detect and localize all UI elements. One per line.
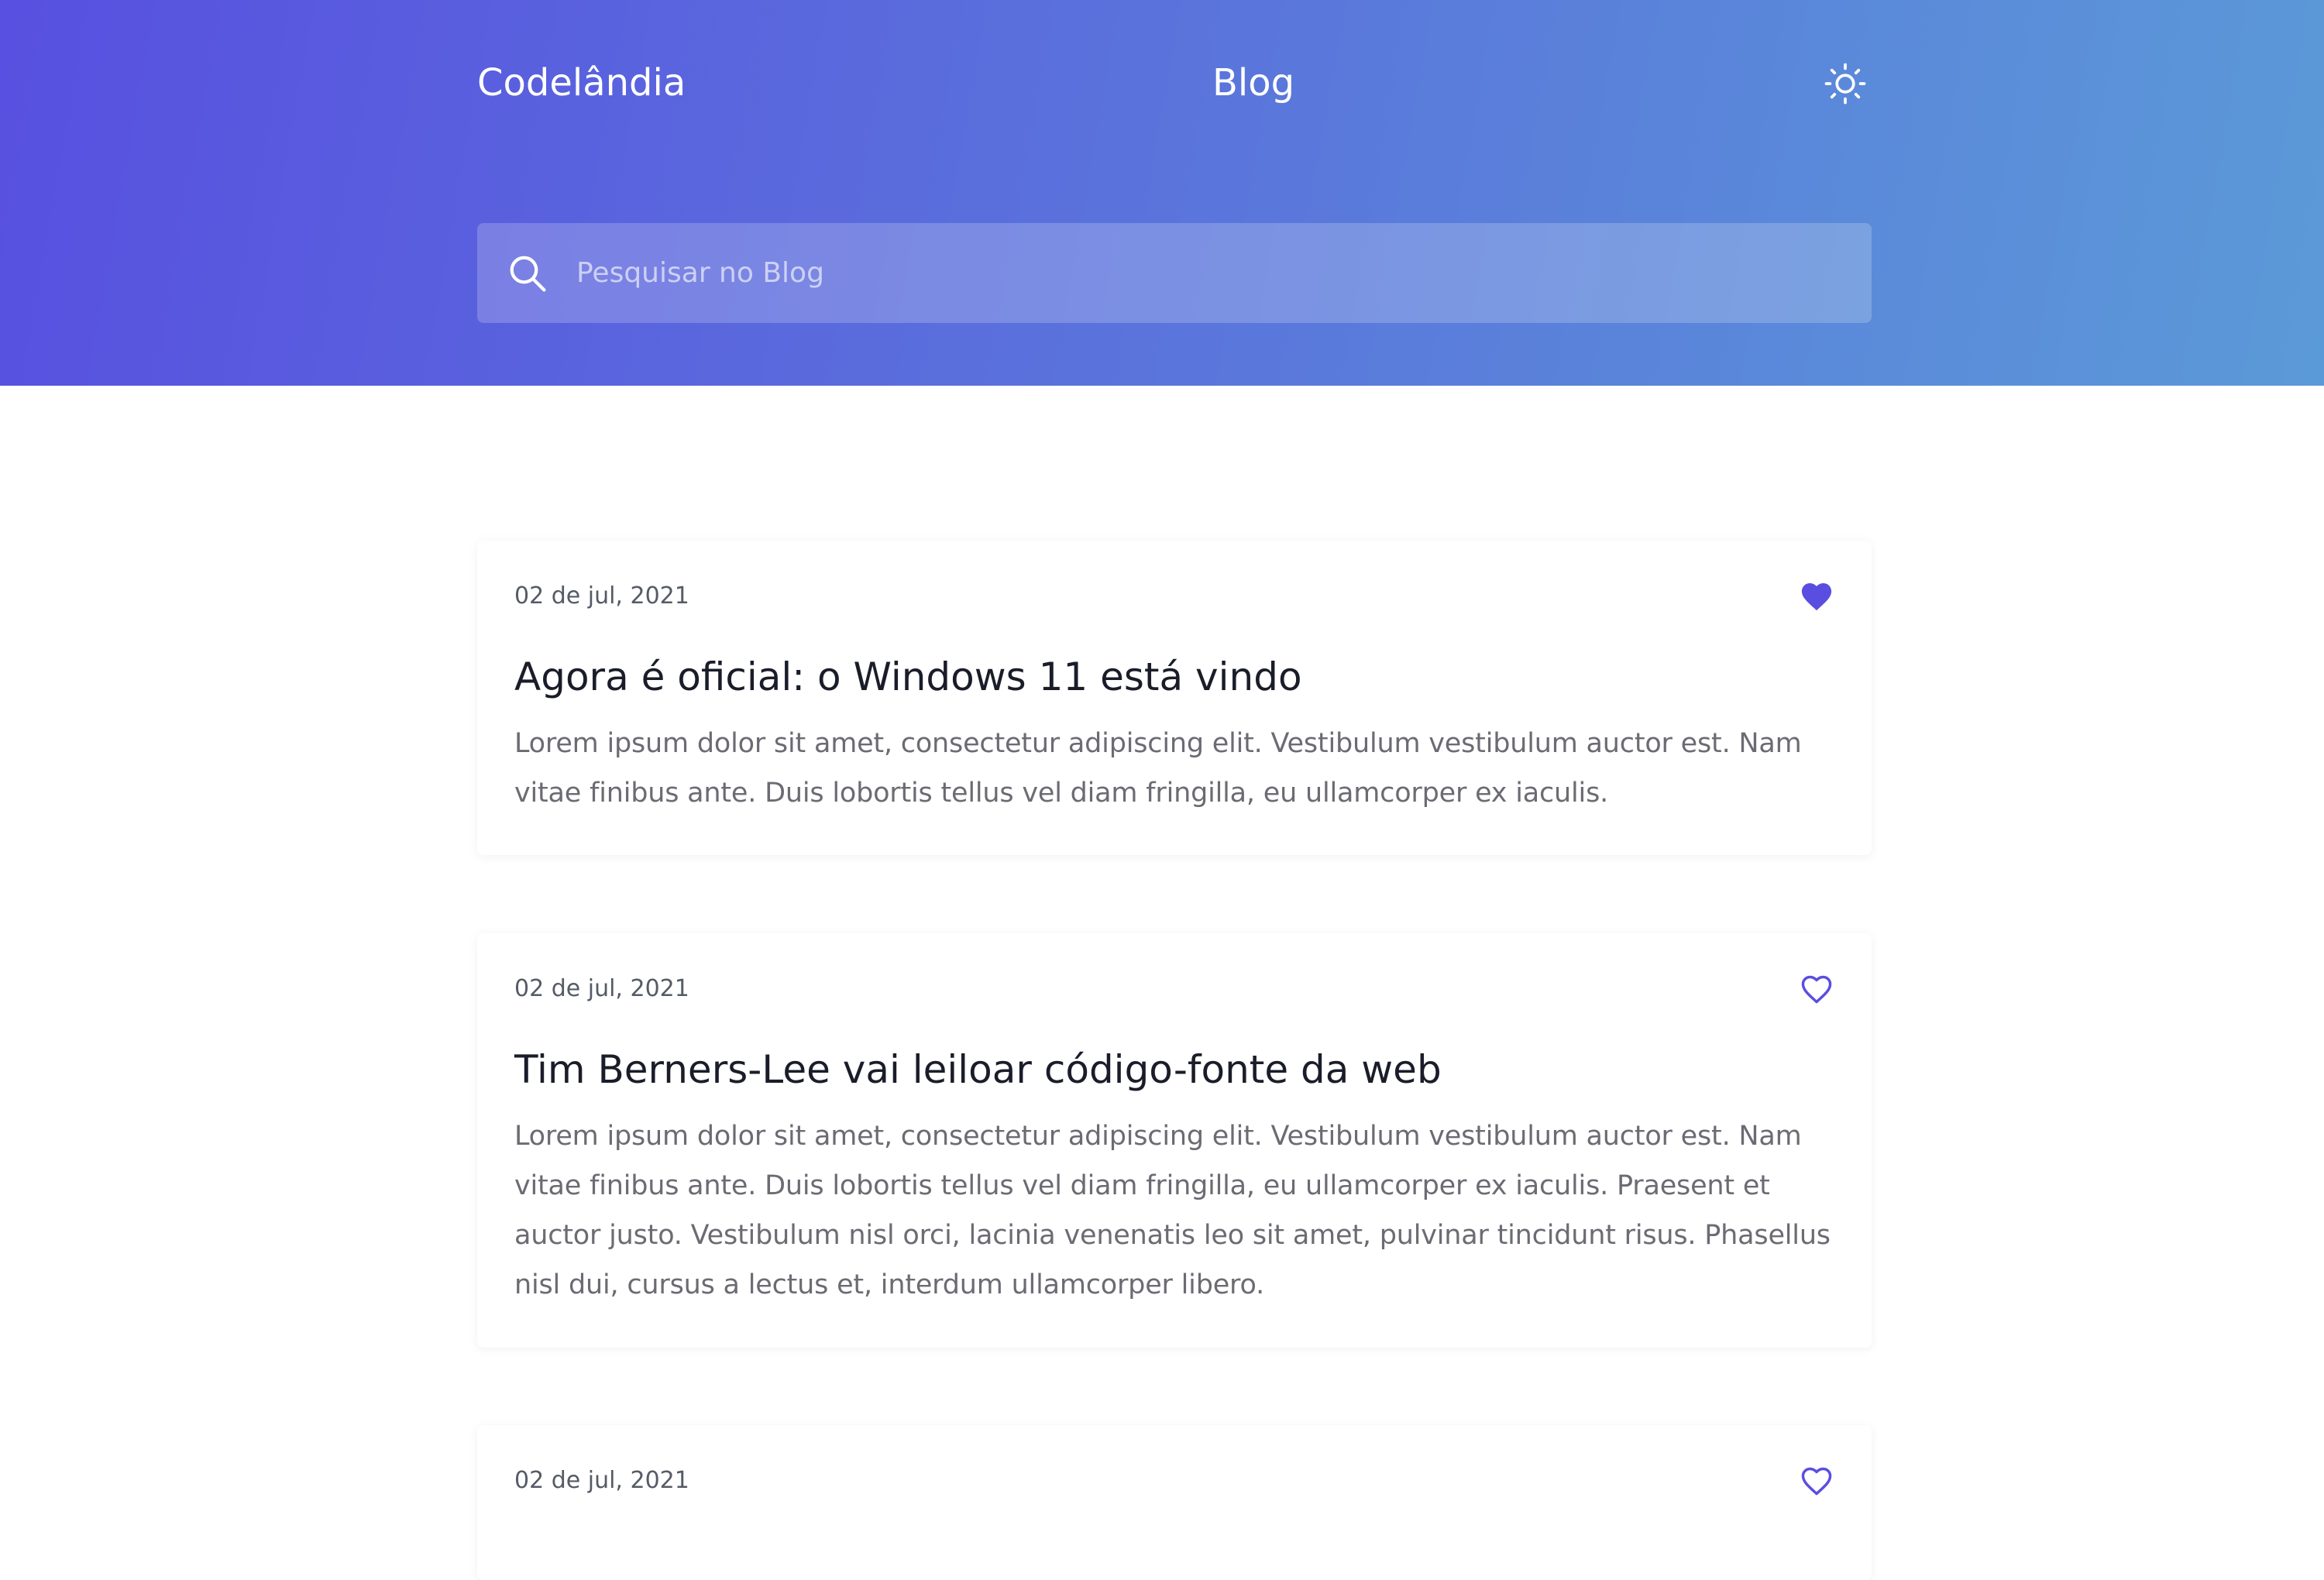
post-title[interactable]: Tim Berners-Lee vai leiloar código-fonte…: [514, 1045, 1442, 1094]
heart-outline-icon[interactable]: [1799, 972, 1834, 1005]
post-card[interactable]: 02 de jul, 2021: [477, 1425, 1872, 1580]
site-header: Codelândia Blog: [0, 0, 2324, 386]
heart-filled-icon[interactable]: [1799, 579, 1834, 612]
search-icon: [507, 252, 548, 294]
brand-logo[interactable]: Codelândia: [477, 56, 686, 110]
sun-icon: [1824, 62, 1867, 105]
post-card[interactable]: 02 de jul, 2021 Agora é oficial: o Windo…: [477, 541, 1872, 855]
heart-outline-icon[interactable]: [1799, 1464, 1834, 1496]
post-excerpt: Lorem ipsum dolor sit amet, consectetur …: [514, 728, 1802, 809]
theme-toggle-button[interactable]: [1824, 62, 1867, 105]
search-input[interactable]: [576, 223, 1847, 323]
search-bar: [477, 223, 1872, 323]
nav-title-blog[interactable]: Blog: [1212, 56, 1294, 110]
post-date: 02 de jul, 2021: [514, 1467, 689, 1494]
post-date: 02 de jul, 2021: [514, 582, 689, 610]
post-title[interactable]: Agora é oficial: o Windows 11 está vindo: [514, 652, 1302, 702]
post-excerpt: Lorem ipsum dolor sit amet, consectetur …: [514, 1121, 1831, 1300]
post-card[interactable]: 02 de jul, 2021 Tim Berners-Lee vai leil…: [477, 933, 1872, 1348]
post-date: 02 de jul, 2021: [514, 975, 689, 1002]
